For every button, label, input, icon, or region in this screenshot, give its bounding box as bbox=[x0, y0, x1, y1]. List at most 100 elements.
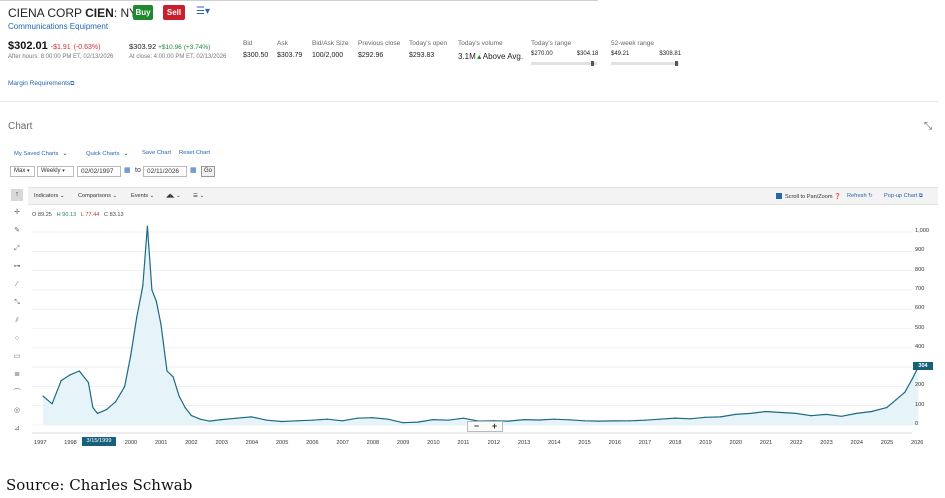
segment-icon[interactable]: ⤡ bbox=[11, 297, 23, 309]
close-price: $303.92 +$10.96 (+3.74%) bbox=[129, 42, 210, 51]
checkbox-checked-icon bbox=[776, 193, 782, 199]
high-label: H bbox=[56, 212, 61, 218]
after-hours-time: After hours: 8:00:00 PM ET, 02/13/2026 bbox=[8, 54, 114, 60]
price-point bbox=[825, 413, 827, 415]
horizontal-line-icon[interactable]: ⊶ bbox=[11, 261, 23, 273]
x-tick-label: 2009 bbox=[396, 440, 410, 446]
sector-link[interactable]: Communications Equipment bbox=[8, 22, 108, 31]
my-saved-charts-menu[interactable]: My Saved Charts ⌄ bbox=[14, 150, 68, 157]
rectangle-icon[interactable]: ▭ bbox=[11, 351, 23, 363]
ohlc-readout: O 89.25 H 90.13 L 77.44 C 83.13 bbox=[32, 212, 124, 218]
high-value: 90.13 bbox=[62, 212, 77, 218]
collapse-icon[interactable]: ⤡ bbox=[924, 121, 932, 132]
events-menu[interactable]: Events ⌄ bbox=[131, 193, 154, 199]
price-point bbox=[266, 419, 268, 421]
mountain-chart-icon: ◢◣ bbox=[166, 193, 175, 199]
range-select[interactable]: Max ▾ bbox=[10, 166, 35, 177]
open-value: $293.83 bbox=[409, 52, 435, 59]
refresh-link[interactable]: Refresh ↻ bbox=[847, 193, 873, 199]
y-tick-label: 700 bbox=[915, 285, 925, 292]
quick-charts-menu[interactable]: Quick Charts ⌄ bbox=[86, 150, 129, 157]
price-point bbox=[387, 418, 389, 420]
margin-link-label: Margin Requirements bbox=[8, 80, 71, 87]
price-point bbox=[750, 412, 752, 415]
ray-icon[interactable]: ⁄ bbox=[11, 279, 23, 291]
price-point bbox=[719, 416, 722, 418]
sell-button[interactable]: Sell bbox=[163, 5, 185, 20]
volume-label: Today's volume bbox=[458, 40, 503, 47]
open-label: O bbox=[32, 212, 37, 218]
save-chart-link[interactable]: Save Chart bbox=[142, 150, 171, 156]
close-value: 83.13 bbox=[109, 212, 124, 218]
annotation-icon[interactable]: ✎ bbox=[11, 225, 23, 237]
calendar-icon[interactable]: ▦ bbox=[124, 166, 131, 174]
scroll-pan-zoom-toggle[interactable]: Scroll to Pan/Zoom ❓ bbox=[776, 193, 841, 200]
chevron-down-icon: ⌄ bbox=[149, 193, 155, 199]
x-tick-label: 2000 bbox=[124, 440, 138, 446]
zoom-out-button[interactable]: − bbox=[468, 422, 485, 431]
crosshair-icon[interactable]: ✛ bbox=[11, 207, 23, 219]
trendline-icon[interactable]: ⤢ bbox=[11, 243, 23, 255]
volume-stat: Today's volume 3.1M▲Above Avg. bbox=[458, 40, 523, 61]
price-point bbox=[184, 407, 186, 409]
price-point bbox=[417, 421, 419, 423]
interval-select[interactable]: Weekly ▾ bbox=[37, 166, 74, 177]
calendar-icon[interactable]: ▦ bbox=[190, 166, 197, 174]
channel-icon[interactable]: ⫽ bbox=[11, 315, 23, 327]
end-date-input[interactable]: 02/11/2026 bbox=[143, 166, 187, 177]
current-price-flag: 304 bbox=[913, 362, 933, 370]
bidask-size-label: Bid/Ask Size bbox=[312, 40, 349, 47]
open-stat: Today's open $293.83 bbox=[409, 40, 447, 59]
drawing-toolbar: ↑ ✛ ✎ ⤢ ⊶ ⁄ ⤡ ⫽ ○ ▭ ≣ ⌒ ◎ ⊿ bbox=[8, 187, 26, 443]
x-tick-label: 2020 bbox=[729, 440, 742, 446]
start-date-input[interactable]: 02/02/1997 bbox=[77, 166, 121, 177]
price-point bbox=[886, 407, 888, 409]
price-point bbox=[674, 417, 676, 419]
margin-requirements-link[interactable]: Margin Requirements⧉ bbox=[8, 80, 74, 88]
ellipse-icon[interactable]: ○ bbox=[11, 333, 23, 345]
open-label: Today's open bbox=[409, 40, 448, 47]
price-point bbox=[220, 418, 223, 421]
x-tick-label: 2018 bbox=[669, 440, 682, 446]
price-point bbox=[704, 416, 706, 418]
arc-icon[interactable]: ⌒ bbox=[11, 387, 23, 399]
x-tick-label: 2023 bbox=[820, 440, 833, 446]
price-point bbox=[155, 300, 158, 303]
reset-chart-link[interactable]: Reset Chart bbox=[179, 150, 210, 156]
bid-value: $300.50 bbox=[243, 52, 269, 59]
zoom-in-button[interactable]: + bbox=[486, 422, 503, 431]
price-point bbox=[372, 417, 374, 419]
price-point bbox=[151, 289, 153, 291]
fibonacci-icon[interactable]: ≣ bbox=[11, 369, 23, 381]
popup-chart-link[interactable]: Pop-up Chart ⧉ bbox=[884, 193, 923, 200]
select-arrow-icon: ▾ bbox=[27, 168, 30, 174]
price-point bbox=[840, 415, 842, 417]
price-point bbox=[432, 418, 434, 421]
x-tick-label: 2014 bbox=[548, 440, 561, 446]
measure-icon[interactable]: ⊿ bbox=[11, 423, 23, 435]
chart-type-menu[interactable]: ◢◣ ⌄ bbox=[166, 193, 181, 199]
price-point bbox=[78, 370, 80, 372]
x-tick-label: 2013 bbox=[517, 440, 531, 446]
y-tick-label: 800 bbox=[915, 266, 925, 273]
indicators-label: Indicators bbox=[34, 193, 59, 199]
list-menu-icon[interactable]: ☰▾ bbox=[196, 6, 210, 17]
low-value: 77.44 bbox=[85, 212, 100, 218]
cursor-icon[interactable]: ↑ bbox=[11, 189, 23, 201]
y-tick-label: 400 bbox=[915, 343, 925, 350]
indicators-menu[interactable]: Indicators ⌄ bbox=[34, 193, 65, 199]
company-name: CIENA CORP bbox=[8, 6, 86, 20]
open-value: 89.25 bbox=[37, 212, 52, 218]
settings-menu[interactable]: ☰ ⌄ bbox=[193, 193, 204, 199]
ticker-title: CIENA CORP CIEN: NYSE bbox=[8, 6, 153, 20]
price-point bbox=[689, 418, 691, 420]
x-tick-label: 2010 bbox=[427, 440, 440, 446]
buy-button[interactable]: Buy bbox=[133, 5, 153, 20]
last-change: -$1.91 bbox=[50, 44, 71, 51]
comparisons-menu[interactable]: Comparisons ⌄ bbox=[78, 193, 117, 199]
price-point bbox=[235, 417, 238, 419]
target-icon[interactable]: ◎ bbox=[11, 405, 23, 417]
x-tick-label: 2001 bbox=[154, 440, 168, 446]
close-label: C bbox=[104, 212, 109, 218]
go-button[interactable]: Go bbox=[201, 166, 215, 177]
